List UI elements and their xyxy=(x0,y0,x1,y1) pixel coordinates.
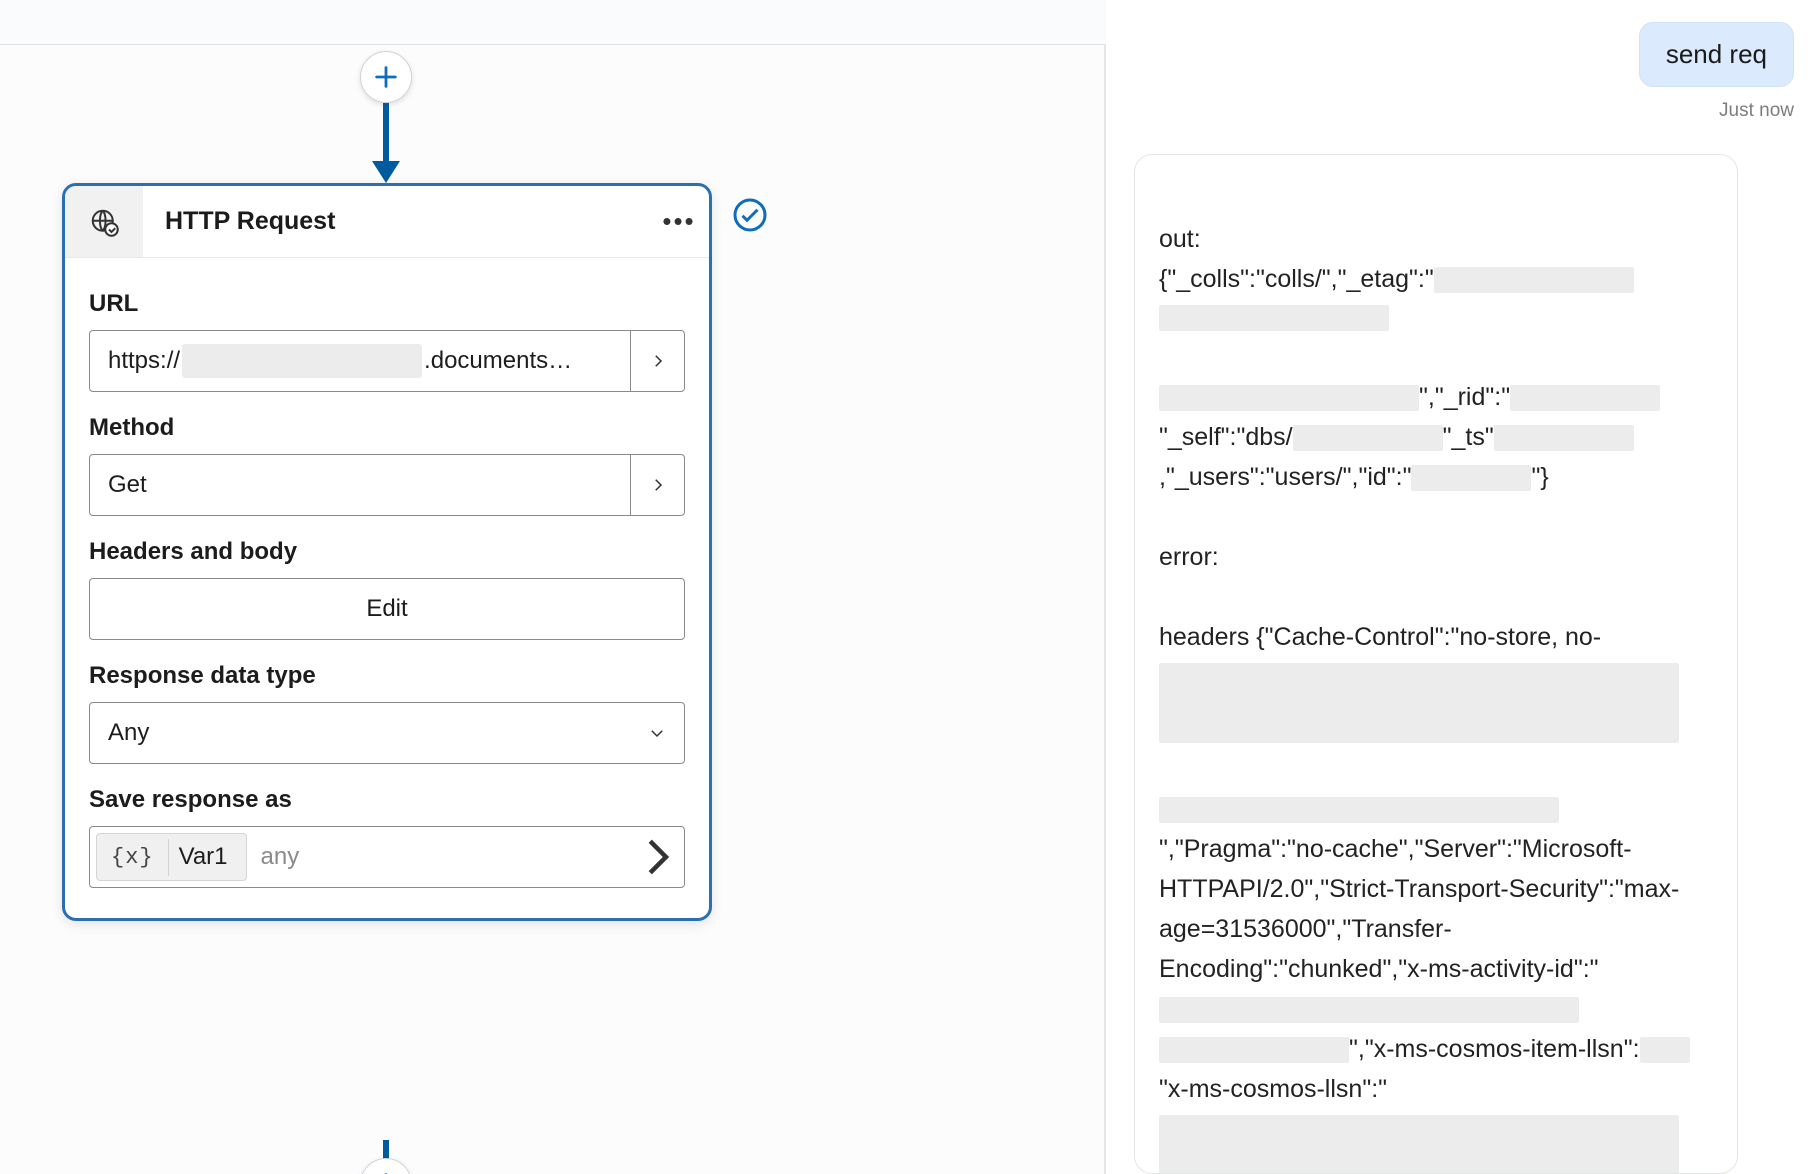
redacted xyxy=(1434,267,1634,293)
node-body: URL https:// .documents… Method Ge xyxy=(65,258,709,918)
chevron-right-icon xyxy=(649,476,667,494)
redacted xyxy=(1159,1037,1349,1063)
redacted xyxy=(1640,1037,1690,1063)
redacted xyxy=(1159,385,1419,411)
redacted xyxy=(1510,385,1660,411)
output-text: out: {"_colls":"colls/","_etag":" ","_ri… xyxy=(1159,179,1713,1174)
variable-type: any xyxy=(261,843,300,871)
method-value: Get xyxy=(90,471,630,499)
response-type-label: Response data type xyxy=(89,662,685,690)
connector-arrow xyxy=(377,103,395,185)
node-title: HTTP Request xyxy=(143,207,649,236)
chevron-right-icon xyxy=(630,830,684,884)
chevron-down-icon xyxy=(648,724,666,742)
url-suffix: .documents… xyxy=(424,347,572,375)
chat-pane: send req Just now out: {"_colls":"colls/… xyxy=(1106,0,1808,1174)
add-step-bottom-button[interactable] xyxy=(360,1158,412,1174)
variable-name: Var1 xyxy=(179,843,238,871)
redacted xyxy=(1159,1115,1679,1174)
save-as-variable[interactable]: {x} Var1 any xyxy=(89,826,685,888)
url-prefix: https:// xyxy=(108,347,180,375)
out-p6: "} xyxy=(1531,463,1548,491)
response-type-select[interactable]: Any xyxy=(89,702,685,764)
headers-body-label: Headers and body xyxy=(89,538,685,566)
chevron-right-icon xyxy=(649,352,667,370)
canvas-pane[interactable]: HTTP Request ••• URL https:// .documents… xyxy=(0,44,1106,1174)
headers-p4: "x-ms-cosmos-llsn":" xyxy=(1159,1075,1387,1103)
out-p2: ","_rid":" xyxy=(1419,383,1510,411)
redacted xyxy=(1159,305,1389,331)
url-redacted xyxy=(182,344,422,378)
out-p4: "_ts" xyxy=(1443,423,1494,451)
user-message-bubble[interactable]: send req xyxy=(1639,22,1794,87)
url-label: URL xyxy=(89,290,685,318)
out-p5: ,"_users":"users/","id":" xyxy=(1159,463,1411,491)
app-root: HTTP Request ••• URL https:// .documents… xyxy=(0,0,1808,1174)
error-label: error: xyxy=(1159,543,1219,571)
more-horizontal-icon[interactable]: ••• xyxy=(649,206,709,237)
variable-badge: {x} xyxy=(97,839,169,876)
message-timestamp: Just now xyxy=(1719,100,1794,122)
redacted xyxy=(1159,663,1679,743)
edit-headers-body-button[interactable]: Edit xyxy=(89,578,685,640)
headers-p2: ","Pragma":"no-cache","Server":"Microsof… xyxy=(1159,835,1679,983)
headers-p3: ","x-ms-cosmos-item-llsn": xyxy=(1349,1035,1640,1063)
http-request-node[interactable]: HTTP Request ••• URL https:// .documents… xyxy=(62,183,712,921)
node-header: HTTP Request ••• xyxy=(65,186,709,258)
plus-icon xyxy=(372,63,400,91)
response-type-value: Any xyxy=(90,719,630,747)
save-as-expand-button[interactable] xyxy=(630,827,684,887)
method-label: Method xyxy=(89,414,685,442)
out-p3: "_self":"dbs/ xyxy=(1159,423,1293,451)
out-p1: {"_colls":"colls/","_etag":" xyxy=(1159,265,1434,293)
canvas-inner: HTTP Request ••• URL https:// .documents… xyxy=(0,45,1104,1174)
add-step-top-button[interactable] xyxy=(360,51,412,103)
assistant-output-card: out: {"_colls":"colls/","_etag":" ","_ri… xyxy=(1134,154,1738,1174)
headers-p1: headers {"Cache-Control":"no-store, no- xyxy=(1159,623,1601,651)
method-expand-button[interactable] xyxy=(630,455,684,515)
out-label: out: xyxy=(1159,225,1201,253)
save-as-label: Save response as xyxy=(89,786,685,814)
url-input[interactable]: https:// .documents… xyxy=(89,330,685,392)
variable-token[interactable]: {x} Var1 xyxy=(96,833,247,881)
redacted xyxy=(1411,465,1531,491)
redacted xyxy=(1293,425,1443,451)
url-expand-button[interactable] xyxy=(630,331,684,391)
plus-icon xyxy=(372,1170,400,1174)
response-type-chevron[interactable] xyxy=(630,703,684,763)
redacted xyxy=(1494,425,1634,451)
status-valid-icon xyxy=(732,197,768,233)
redacted xyxy=(1159,997,1579,1023)
method-select[interactable]: Get xyxy=(89,454,685,516)
url-value: https:// .documents… xyxy=(90,344,630,378)
globe-arrow-icon xyxy=(65,186,143,257)
redacted xyxy=(1159,797,1559,823)
